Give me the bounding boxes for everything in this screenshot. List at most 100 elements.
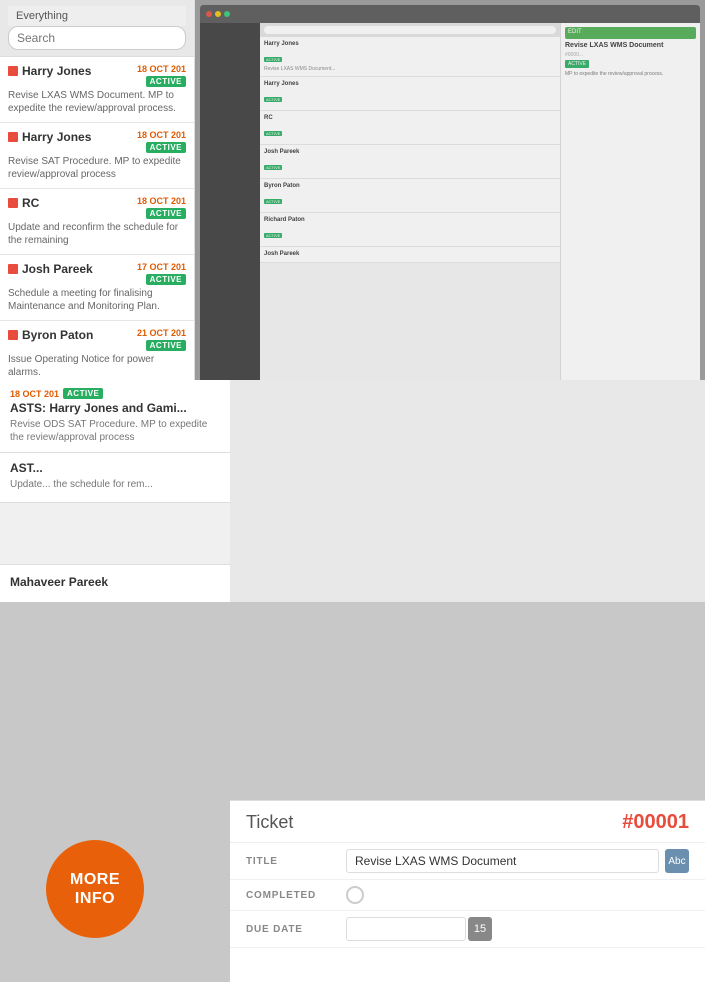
ticket-panel: Ticket #00001 TITLE Abc COMPLETED DUE DA… — [230, 800, 705, 982]
app-content: Harry Jones ACTIVE Revise LXAS WMS Docum… — [200, 23, 700, 395]
mini-ticket-num: #0000... — [565, 52, 696, 58]
list-title-2: AST... — [10, 461, 220, 475]
calendar-button[interactable]: 15 — [468, 917, 492, 941]
task-item-3[interactable]: Josh Pareek 17 OCT 201 ACTIVE Schedule a… — [0, 255, 194, 321]
mini-task-item-2: Harry Jones ACTIVE — [260, 77, 560, 111]
task-badge-0: ACTIVE — [146, 76, 186, 87]
task-item-4[interactable]: Byron Paton 21 OCT 201 ACTIVE Issue Oper… — [0, 321, 194, 380]
task-desc-0: Revise LXAS WMS Document. MP to expedite… — [8, 89, 186, 115]
mini-task-name-6: Richard Paton — [264, 217, 556, 223]
task-badge-3: ACTIVE — [146, 274, 186, 285]
task-name-1: Harry Jones — [22, 130, 137, 144]
title-input[interactable] — [346, 849, 659, 873]
task-name-2: RC — [22, 196, 137, 210]
task-list-panel: Everything Harry Jones 18 OCT 201 ACTIVE… — [0, 0, 195, 380]
search-bar-area: Everything — [0, 0, 194, 57]
task-item-1[interactable]: Harry Jones 18 OCT 201 ACTIVE Revise SAT… — [0, 123, 194, 189]
task-date-0: 18 OCT 201 — [137, 64, 186, 74]
task-icon-0 — [8, 66, 18, 76]
mini-badge-3: ACTIVE — [264, 131, 282, 136]
list-item-asts-harry[interactable]: 18 OCT 201 ACTIVE ASTS: Harry Jones and … — [0, 380, 230, 453]
filter-label: Everything — [8, 6, 186, 26]
mini-badge-4: ACTIVE — [264, 165, 282, 170]
mini-sidebar — [200, 23, 260, 395]
mini-task-item-7: Josh Pareek — [260, 247, 560, 263]
mini-task-name-4: Josh Pareek — [264, 149, 556, 155]
mahaveer-name: Mahaveer Pareek — [10, 575, 220, 589]
completed-checkbox[interactable] — [346, 886, 364, 904]
app-header-bar — [200, 5, 700, 23]
due-date-field-label: DUE DATE — [246, 924, 346, 935]
task-icon-2 — [8, 198, 18, 208]
mini-task-item-6: Richard Paton ACTIVE — [260, 213, 560, 247]
task-icon-1 — [8, 132, 18, 142]
close-dot — [206, 11, 212, 17]
more-info-line1: MORE — [70, 870, 120, 889]
mini-task-item-3: RC ACTIVE — [260, 111, 560, 145]
mini-badge-6: ACTIVE — [264, 233, 282, 238]
mini-search-area — [260, 23, 560, 37]
completed-field-label: COMPLETED — [246, 890, 346, 901]
abc-icon: Abc — [668, 856, 685, 867]
mini-badge-1: ACTIVE — [264, 57, 282, 62]
list-item-header-1: 18 OCT 201 ACTIVE — [10, 388, 220, 399]
mini-task-item-4: Josh Pareek ACTIVE — [260, 145, 560, 179]
more-info-line2: INFO — [75, 889, 115, 908]
list-date-1: 18 OCT 201 — [10, 389, 59, 399]
mahaveer-item[interactable]: Mahaveer Pareek — [0, 564, 230, 602]
task-icon-4 — [8, 330, 18, 340]
task-desc-1: Revise SAT Procedure. MP to expedite rev… — [8, 155, 186, 181]
task-list-container: Harry Jones 18 OCT 201 ACTIVE Revise LXA… — [0, 57, 194, 380]
task-desc-2: Update and reconfirm the schedule for th… — [8, 221, 186, 247]
task-item-2[interactable]: RC 18 OCT 201 ACTIVE Update and reconfir… — [0, 189, 194, 255]
list-desc-2: Update... the schedule for rem... — [10, 478, 220, 491]
mini-detail-desc: MP to expedite the review/approval proce… — [565, 71, 696, 78]
maximize-dot — [224, 11, 230, 17]
ticket-completed-field: COMPLETED — [230, 880, 705, 911]
list-desc-1: Revise ODS SAT Procedure. MP to expedite… — [10, 418, 220, 444]
list-item-ast[interactable]: AST... Update... the schedule for rem... — [0, 453, 230, 503]
task-name-4: Byron Paton — [22, 328, 137, 342]
task-date-4: 21 OCT 201 — [137, 328, 186, 338]
task-name-0: Harry Jones — [22, 64, 137, 78]
mini-search-bar — [264, 26, 556, 34]
mini-task-name-1: Harry Jones — [264, 41, 556, 47]
main-screenshot-area: Harry Jones ACTIVE Revise LXAS WMS Docum… — [195, 0, 705, 400]
mini-detail-panel: EDIT Revise LXAS WMS Document #0000... A… — [560, 23, 700, 395]
title-format-icon[interactable]: Abc — [665, 849, 689, 873]
task-desc-4: Issue Operating Notice for power alarms. — [8, 353, 186, 379]
search-input[interactable] — [8, 26, 186, 50]
task-date-1: 18 OCT 201 — [137, 130, 186, 140]
task-item-0[interactable]: Harry Jones 18 OCT 201 ACTIVE Revise LXA… — [0, 57, 194, 123]
task-badge-1: ACTIVE — [146, 142, 186, 153]
date-input-wrapper: 15 — [346, 917, 492, 941]
list-title-1: ASTS: Harry Jones and Gami... — [10, 401, 220, 415]
mini-active-badge: ACTIVE — [565, 60, 589, 68]
ticket-due-date-field: DUE DATE 15 — [230, 911, 705, 948]
task-name-3: Josh Pareek — [22, 262, 137, 276]
mini-task-list: Harry Jones ACTIVE Revise LXAS WMS Docum… — [260, 23, 560, 395]
mini-task-name-5: Byron Paton — [264, 183, 556, 189]
task-desc-3: Schedule a meeting for finalising Mainte… — [8, 287, 186, 313]
task-date-3: 17 OCT 201 — [137, 262, 186, 272]
minimize-dot — [215, 11, 221, 17]
left-list-section: 18 OCT 201 ACTIVE ASTS: Harry Jones and … — [0, 380, 230, 602]
mini-task-item-5: Byron Paton ACTIVE — [260, 179, 560, 213]
ticket-label: Ticket — [246, 812, 293, 833]
mini-task-name-7: Josh Pareek — [264, 251, 556, 257]
mini-task-name-3: RC — [264, 115, 556, 121]
list-badge-1: ACTIVE — [63, 388, 103, 399]
mini-badge-2: ACTIVE — [264, 97, 282, 102]
ticket-number: #00001 — [622, 811, 689, 834]
mini-badge-5: ACTIVE — [264, 199, 282, 204]
ticket-title-field: TITLE Abc — [230, 843, 705, 880]
bottom-panel: 18 OCT 201 ACTIVE ASTS: Harry Jones and … — [0, 380, 705, 602]
mini-task-name-2: Harry Jones — [264, 81, 556, 87]
app-overlay: Harry Jones ACTIVE Revise LXAS WMS Docum… — [200, 5, 700, 395]
mini-task-desc-1: Revise LXAS WMS Document... — [264, 66, 556, 72]
due-date-input[interactable] — [346, 917, 466, 941]
task-date-2: 18 OCT 201 — [137, 196, 186, 206]
more-info-button[interactable]: MORE INFO — [46, 840, 144, 938]
task-badge-4: ACTIVE — [146, 340, 186, 351]
screenshot-bg: Harry Jones ACTIVE Revise LXAS WMS Docum… — [195, 0, 705, 400]
